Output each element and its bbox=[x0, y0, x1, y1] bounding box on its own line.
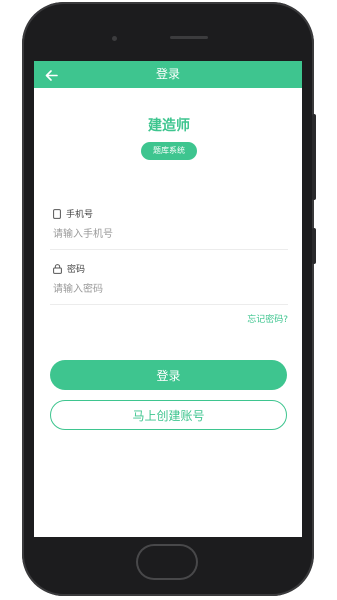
front-camera bbox=[112, 36, 117, 41]
phone-label-text: 手机号 bbox=[66, 210, 94, 220]
logo-subtitle: 题库系统 bbox=[141, 142, 197, 160]
phone-input[interactable] bbox=[53, 223, 287, 245]
earpiece-speaker bbox=[170, 36, 208, 39]
app-logo: 建造师 题库系统 bbox=[141, 115, 197, 163]
side-button-upper bbox=[312, 114, 316, 200]
phone-field-label: 手机号 bbox=[53, 207, 93, 220]
password-divider bbox=[50, 304, 288, 305]
login-button[interactable]: 登录 bbox=[50, 360, 287, 390]
side-button-lower bbox=[312, 228, 316, 264]
home-button[interactable] bbox=[138, 546, 196, 578]
password-input[interactable] bbox=[53, 278, 287, 300]
app-screen: 登录 建造师 题库系统 手机号 密码 忘记密码? 登录 马上创建账号 bbox=[34, 61, 302, 537]
forgot-password-link[interactable]: 忘记密码? bbox=[247, 312, 288, 325]
create-account-button[interactable]: 马上创建账号 bbox=[50, 400, 287, 430]
page-title: 登录 bbox=[155, 67, 180, 81]
phone-divider bbox=[50, 249, 288, 250]
password-field-label: 密码 bbox=[53, 262, 85, 275]
phone-icon bbox=[53, 208, 61, 219]
password-label-text: 密码 bbox=[67, 265, 86, 275]
lock-icon bbox=[53, 263, 62, 274]
app-header: 登录 bbox=[34, 61, 302, 88]
logo-title: 建造师 bbox=[148, 118, 190, 134]
